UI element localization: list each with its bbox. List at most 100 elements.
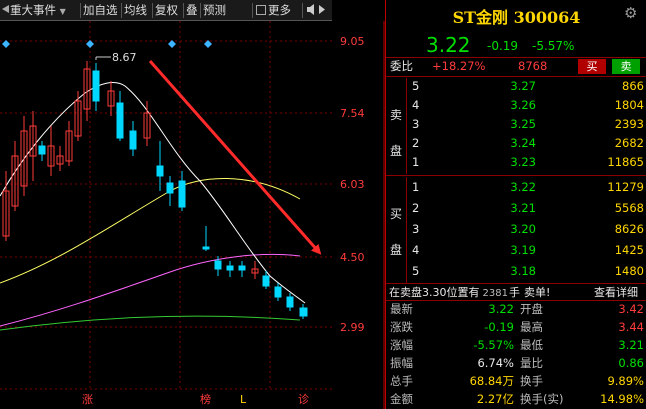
stat-value: -5.57% <box>473 338 514 352</box>
major-events-button[interactable]: 重大事件 ▼ <box>10 2 66 19</box>
toolbar-divider <box>252 3 253 18</box>
bid-row[interactable]: 3 3.20 8626 <box>386 221 646 238</box>
more-button[interactable]: 更多 <box>256 2 291 19</box>
candle-down <box>214 260 222 270</box>
stock-code: 300064 <box>513 8 581 27</box>
ask-row[interactable]: 1 3.23 11865 <box>386 154 646 171</box>
toolbar-divider <box>121 3 122 18</box>
bid-level: 2 <box>412 201 420 215</box>
candlesticks <box>2 61 308 319</box>
bid-level: 4 <box>412 243 420 257</box>
add-watchlist-button[interactable]: 加自选 <box>83 2 118 19</box>
sell-alert-volume: 2381 <box>482 288 508 299</box>
price-change-pct: -5.57% <box>532 39 575 53</box>
order-ratio-label: 委比 <box>390 59 413 73</box>
ranking-marker[interactable]: 榜 <box>200 392 211 406</box>
stat-label: 涨跌 <box>390 320 413 334</box>
bid-row[interactable]: 1 3.22 11279 <box>386 179 646 196</box>
bid-volume: 5568 <box>614 201 644 215</box>
stats-row: 最新 3.22 开盘 3.42 <box>386 301 646 318</box>
bid-volume: 1425 <box>614 243 644 257</box>
toolbar-divider <box>200 3 201 18</box>
stats-row: 总手 68.84万 换手 9.89% <box>386 373 646 390</box>
limit-up-marker[interactable]: 涨 <box>82 393 93 406</box>
ma60-line <box>0 315 301 331</box>
gear-icon[interactable]: ⚙ <box>624 4 637 22</box>
diagnose-marker[interactable]: 诊 <box>298 392 309 406</box>
sound-toggle-icon[interactable] <box>306 2 330 19</box>
menu-icon[interactable] <box>2 2 10 19</box>
ask-row[interactable]: 2 3.24 2682 <box>386 135 646 152</box>
ask-price: 3.26 <box>510 98 536 112</box>
bid-price: 3.18 <box>510 264 536 278</box>
ask-level: 3 <box>412 117 420 131</box>
ask-price: 3.25 <box>510 117 536 131</box>
bid-row[interactable]: 4 3.19 1425 <box>386 242 646 259</box>
bid-volume: 11279 <box>607 180 644 194</box>
candle-down <box>238 265 246 271</box>
stat-value: 9.89% <box>607 374 644 388</box>
stat-value: 3.22 <box>488 302 514 316</box>
divider <box>386 175 646 176</box>
quote-panel: ST金刚 300064 ⚙ 3.22 -0.19 -5.57% 委比 +18.2… <box>385 0 646 409</box>
stats-row: 涨幅 -5.57% 最低 3.21 <box>386 337 646 354</box>
stock-title: ST金刚 300064 <box>386 4 646 28</box>
dropdown-arrow-icon: ▼ <box>59 7 66 16</box>
ask-level: 4 <box>412 98 420 112</box>
event-marker[interactable] <box>86 40 94 48</box>
sell-alert-suffix: 卖单! <box>523 286 551 299</box>
ask-volume: 11865 <box>607 155 644 169</box>
candle-down <box>92 70 100 102</box>
ask-level: 1 <box>412 155 420 169</box>
l-marker[interactable]: L <box>240 393 247 406</box>
ask-row[interactable]: 4 3.26 1804 <box>386 97 646 114</box>
ask-volume: 866 <box>622 79 644 93</box>
stat-label: 换手(实) <box>520 392 564 406</box>
buy-button[interactable]: 买 <box>578 59 606 74</box>
event-marker[interactable] <box>2 40 10 48</box>
candle-down <box>262 275 270 287</box>
overlay-button[interactable]: 叠 <box>186 2 198 19</box>
toolbar-divider <box>152 3 153 18</box>
sell-button[interactable]: 卖 <box>612 59 640 74</box>
candle-down <box>286 296 294 308</box>
bid-price: 3.21 <box>510 201 536 215</box>
stat-value: 68.84万 <box>469 374 514 388</box>
stat-label: 开盘 <box>520 302 543 316</box>
bid-level: 1 <box>412 180 420 194</box>
order-ratio-value: +18.27% <box>432 59 486 73</box>
sell-alert-middle: 位置有 <box>446 286 480 299</box>
kline-chart[interactable]: 9.05 7.54 6.03 4.50 2.99 8.67 涨 榜 L 诊 <box>0 21 385 409</box>
ask-volume: 1804 <box>614 98 644 112</box>
toolbar: 重大事件 ▼ 加自选 均线 复权 叠 预测 更多 <box>0 0 332 21</box>
ask-price: 3.23 <box>510 155 536 169</box>
ask-level: 5 <box>412 79 420 93</box>
candle-down <box>274 286 282 298</box>
moving-average-button[interactable]: 均线 <box>124 2 147 19</box>
price-axis-label: 4.50 <box>340 251 365 264</box>
toolbar-divider <box>80 3 81 18</box>
ask-level: 2 <box>412 136 420 150</box>
ask-row[interactable]: 5 3.27 866 <box>386 78 646 95</box>
stat-label: 振幅 <box>390 356 413 370</box>
rights-adjust-button[interactable]: 复权 <box>155 2 178 19</box>
view-details-link[interactable]: 查看详细 <box>594 284 638 301</box>
price-axis-label: 7.54 <box>340 107 365 120</box>
stat-value: -0.19 <box>484 320 514 334</box>
candle-down <box>156 165 164 177</box>
sell-alert-prefix: 在卖盘 <box>389 286 422 299</box>
ask-volume: 2682 <box>614 136 644 150</box>
bid-row[interactable]: 5 3.18 1480 <box>386 263 646 280</box>
toolbar-divider <box>302 3 303 18</box>
ask-row[interactable]: 3 3.25 2393 <box>386 116 646 133</box>
stat-label: 最新 <box>390 302 413 316</box>
bid-row[interactable]: 2 3.21 5568 <box>386 200 646 217</box>
bid-volume: 8626 <box>614 222 644 236</box>
event-marker[interactable] <box>168 40 176 48</box>
stats-row: 涨跌 -0.19 最高 3.44 <box>386 319 646 336</box>
price-axis-label: 9.05 <box>340 35 365 48</box>
forecast-button[interactable]: 预测 <box>203 2 226 19</box>
order-diff-value: 8768 <box>518 59 548 73</box>
price-change: -0.19 <box>487 39 519 53</box>
candle-down <box>116 102 124 139</box>
